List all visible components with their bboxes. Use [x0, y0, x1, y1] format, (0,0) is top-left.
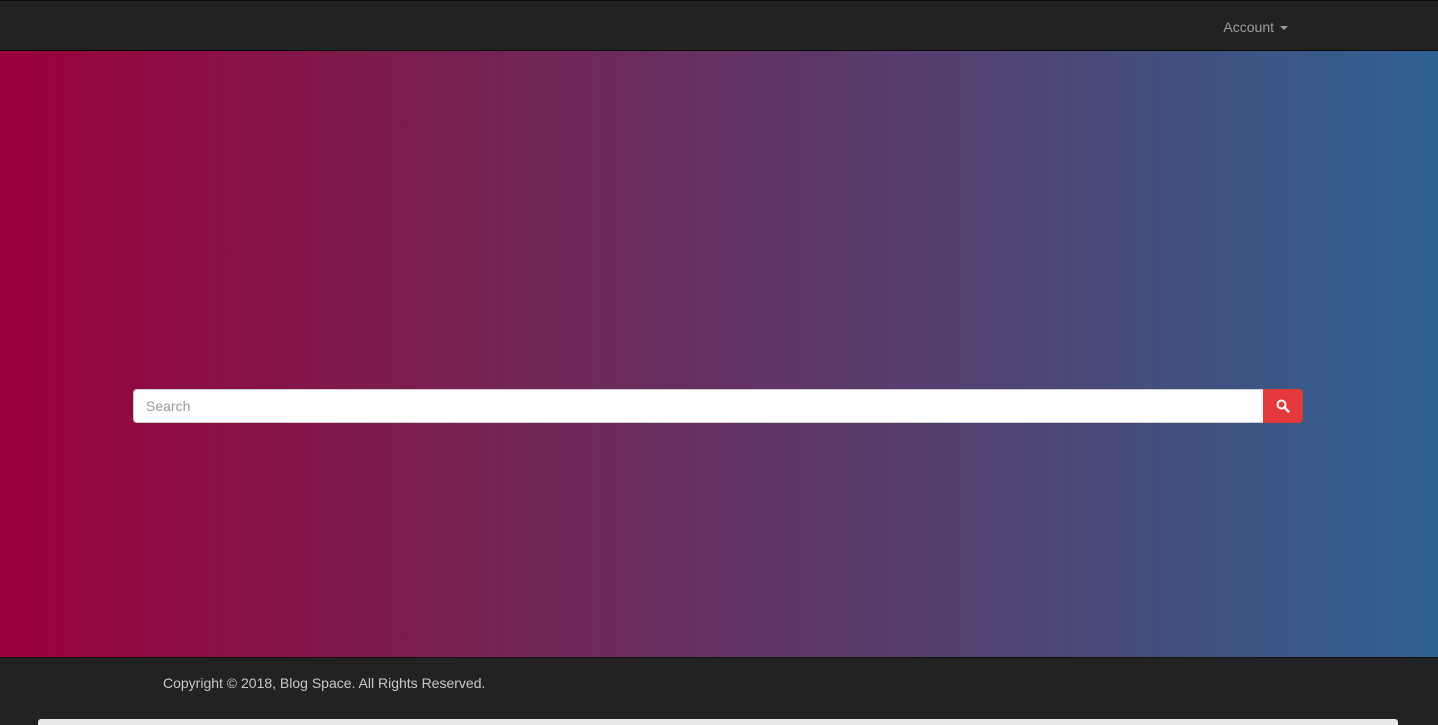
search-group: [133, 389, 1303, 423]
account-label: Account: [1223, 18, 1274, 35]
top-navbar: Account: [0, 0, 1438, 51]
hero-banner: [0, 51, 1438, 657]
search-input[interactable]: [133, 389, 1263, 423]
search-icon: [1276, 399, 1290, 413]
window-bottom-edge: [38, 719, 1398, 725]
page-footer: Copyright © 2018, Blog Space. All Rights…: [0, 657, 1438, 723]
copyright-text: Copyright © 2018, Blog Space. All Rights…: [163, 675, 486, 691]
account-dropdown[interactable]: Account: [1223, 1, 1288, 52]
caret-down-icon: [1280, 25, 1288, 30]
search-button[interactable]: [1263, 389, 1303, 423]
